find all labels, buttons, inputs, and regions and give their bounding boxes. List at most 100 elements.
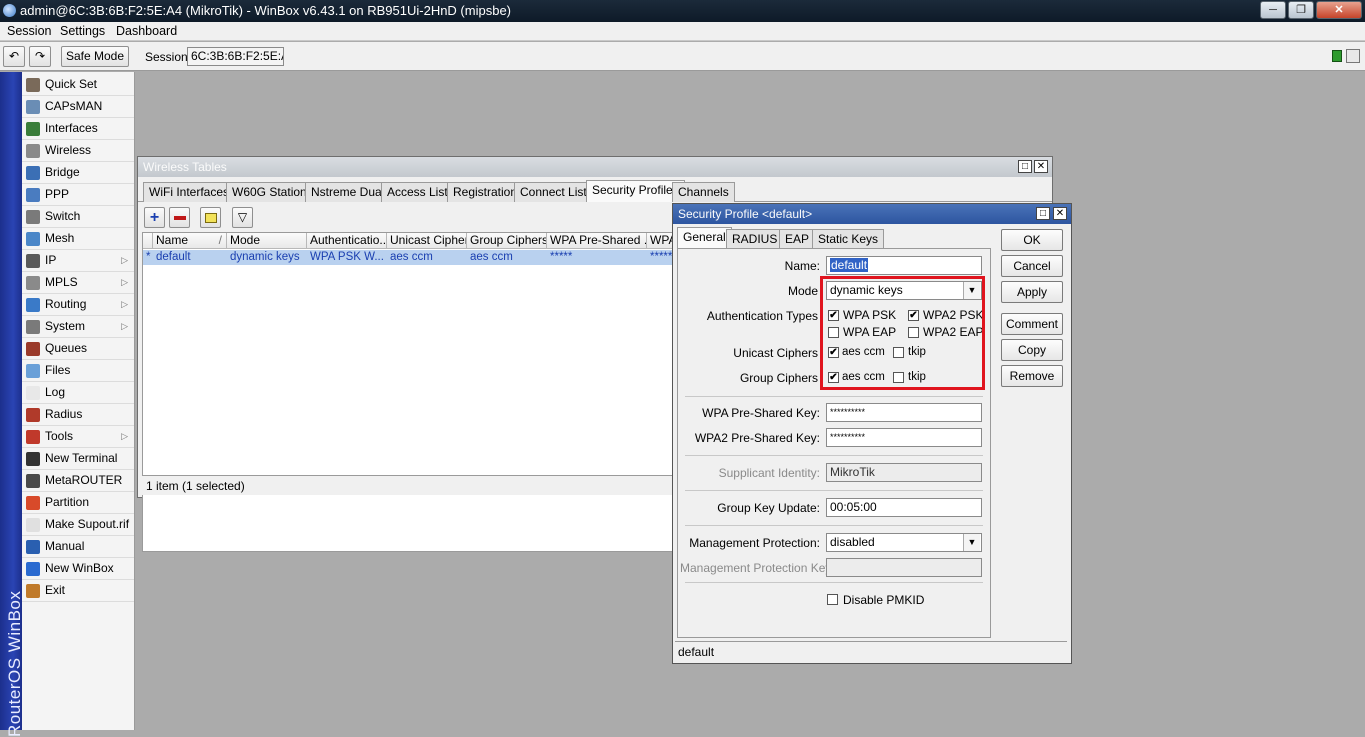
dialog-maximize-button[interactable]: □ [1036,207,1050,220]
col-wpa-key[interactable]: WPA Pre-Shared ... [547,233,647,249]
sidebar-item-new-winbox[interactable]: New WinBox [22,558,134,580]
dialog-tab-radius[interactable]: RADIUS [726,229,784,249]
supplicant-input[interactable]: MikroTik [826,463,982,482]
session-field[interactable]: 6C:3B:6B:F2:5E:A4 [187,47,284,66]
tab-wifi-interfaces[interactable]: WiFi Interfaces [143,182,236,202]
col-name[interactable]: Name / [153,233,227,249]
gear-icon [26,320,40,334]
group-key-update-input[interactable]: 00:05:00 [826,498,982,517]
comment-button[interactable] [200,207,221,228]
sidebar-item-label: Bridge [45,165,80,179]
metarouter-icon [26,474,40,488]
sidebar-item-quick-set[interactable]: Quick Set [22,74,134,96]
minus-icon [173,215,186,220]
menu-settings[interactable]: Settings [60,24,105,38]
tab-access-list[interactable]: Access List [381,182,454,202]
sidebar-item-queues[interactable]: Queues [22,338,134,360]
cell-unicast: aes ccm [390,251,433,263]
folder-icon [26,364,40,378]
apply-button[interactable]: Apply [1001,281,1063,303]
add-button[interactable]: + [144,207,165,228]
submenu-arrow-icon: ▷ [121,321,128,331]
redo-button[interactable]: ↷ [29,46,51,67]
filter-button[interactable]: ▽ [232,207,253,228]
partition-icon [26,496,40,510]
sidebar-item-radius[interactable]: Radius [22,404,134,426]
tab-registration[interactable]: Registration [447,182,524,202]
sidebar-item-mpls[interactable]: MPLS ▷ [22,272,134,294]
comment-button[interactable]: Comment [1001,313,1063,335]
sidebar-item-routing[interactable]: Routing ▷ [22,294,134,316]
col-auth[interactable]: Authenticatio... [307,233,387,249]
sidebar-item-files[interactable]: Files [22,360,134,382]
sidebar-item-interfaces[interactable]: Interfaces [22,118,134,140]
table-row[interactable]: * default dynamic keys WPA PSK W... aes … [143,250,675,265]
tab-nstreme-dual[interactable]: Nstreme Dual [305,182,391,202]
copy-button[interactable]: Copy [1001,339,1063,361]
disable-pmkid-label: Disable PMKID [843,593,925,607]
submenu-arrow-icon: ▷ [121,431,128,441]
maximize-button[interactable]: ❐ [1288,1,1314,19]
mgmt-key-input[interactable] [826,558,982,577]
cancel-button[interactable]: Cancel [1001,255,1063,277]
submenu-arrow-icon: ▷ [121,255,128,265]
ok-button[interactable]: OK [1001,229,1063,251]
sidebar-item-label: Files [45,363,71,377]
sidebar-item-log[interactable]: Log [22,382,134,404]
mgmt-protection-select[interactable]: disabled [826,533,982,552]
sidebar-item-ppp[interactable]: PPP [22,184,134,206]
safe-mode-button[interactable]: Safe Mode [61,46,129,67]
sidebar-item-bridge[interactable]: Bridge [22,162,134,184]
tab-connect-list[interactable]: Connect List [514,182,593,202]
dialog-close-button[interactable]: ✕ [1053,207,1067,220]
col-group[interactable]: Group Ciphers [467,233,547,249]
disable-pmkid-checkbox[interactable] [827,594,838,605]
cell-mode: dynamic keys [230,251,300,263]
sidebar-item-manual[interactable]: Manual [22,536,134,558]
sidebar-item-switch[interactable]: Switch [22,206,134,228]
dialog-tab-eap[interactable]: EAP [779,229,816,249]
tools-icon [26,430,40,444]
sidebar-item-new-terminal[interactable]: New Terminal [22,448,134,470]
sidebar-item-system[interactable]: System ▷ [22,316,134,338]
wt-maximize-button[interactable]: □ [1018,160,1032,173]
menu-dashboard[interactable]: Dashboard [116,24,177,38]
sidebar-item-partition[interactable]: Partition [22,492,134,514]
sidebar-item-ip[interactable]: IP ▷ [22,250,134,272]
name-input[interactable]: default [826,256,982,275]
wpa-key-input[interactable]: ********** [826,403,982,422]
tab-channels[interactable]: Channels [672,182,735,202]
wt-close-button[interactable]: ✕ [1034,160,1048,173]
minimize-button[interactable]: ─ [1260,1,1286,19]
brand-strip: RouterOS WinBox [0,72,24,737]
dialog-tab-general[interactable]: General [677,227,732,249]
tab-w60g-station[interactable]: W60G Station [226,182,313,202]
wpa2-key-input[interactable]: ********** [826,428,982,447]
remove-profile-button[interactable]: Remove [1001,365,1063,387]
cell-auth: WPA PSK W... [310,251,384,263]
mode-label: Mode [787,284,818,298]
sidebar-item-metarouter[interactable]: MetaROUTER [22,470,134,492]
hide-passwords-checkbox[interactable] [1346,49,1360,63]
mgmt-dropdown-arrow-icon[interactable]: ▼ [963,534,980,551]
col-mode[interactable]: Mode [227,233,307,249]
sidebar-item-make-supout-rif[interactable]: Make Supout.rif [22,514,134,536]
dialog-tab-static-keys[interactable]: Static Keys [812,229,885,249]
menu-session[interactable]: Session [7,24,51,38]
sidebar-item-label: Log [45,385,66,399]
separator [685,525,983,526]
sidebar-item-exit[interactable]: Exit [22,580,134,602]
dialog-titlebar[interactable]: Security Profile <default> □ ✕ [673,204,1071,224]
col-unicast[interactable]: Unicast Ciphers [387,233,467,249]
close-window-button[interactable]: ✕ [1316,1,1362,19]
tab-security-profiles[interactable]: Security Profiles [586,180,685,202]
sidebar-item-capsman[interactable]: CAPsMAN [22,96,134,118]
sidebar-item-mesh[interactable]: Mesh [22,228,134,250]
wireless-tables-titlebar[interactable]: Wireless Tables □ ✕ [138,157,1052,177]
dialog-status-bar: default [675,641,1067,661]
sidebar-item-tools[interactable]: Tools ▷ [22,426,134,448]
undo-button[interactable]: ↶ [3,46,25,67]
sidebar-item-wireless[interactable]: Wireless [22,140,134,162]
remove-button[interactable] [169,207,190,228]
window-titlebar: admin@6C:3B:6B:F2:5E:A4 (MikroTik) - Win… [0,0,1365,22]
